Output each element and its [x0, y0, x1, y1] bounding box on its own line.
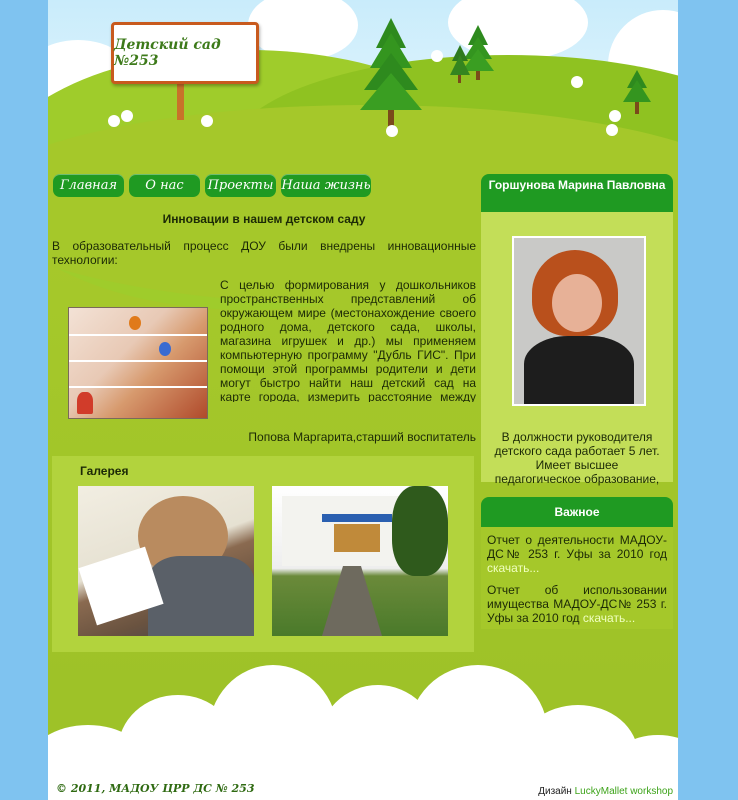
footer-clouds [48, 655, 678, 800]
important-item-text: Отчет об использовании имущества МАДОУ-Д… [487, 583, 667, 625]
director-bio: В должности руководителя детского сада р… [494, 430, 660, 486]
nav-item-projects[interactable]: Проекты [205, 174, 276, 197]
important-item: Отчет о деятельности МАДОУ-ДС№ 253 г. Уф… [481, 533, 673, 575]
important-item-text: Отчет о деятельности МАДОУ-ДС№ 253 г. Уф… [487, 533, 667, 561]
flower-icon [388, 127, 396, 135]
flower-icon [203, 117, 211, 125]
tree-icon [360, 18, 422, 128]
download-link[interactable]: скачать... [487, 561, 539, 575]
important-title: Важное [481, 497, 673, 527]
tree-icon [450, 45, 470, 83]
article-intro: В образовательный процесс ДОУ были внедр… [52, 239, 476, 267]
flower-icon [608, 126, 616, 134]
director-name: Горшунова Марина Павловна [481, 174, 673, 212]
main-nav: Главная О нас Проекты Наша жизнь [53, 174, 371, 197]
flower-icon [433, 52, 441, 60]
important-panel: Важное Отчет о деятельности МАДОУ-ДС№ 25… [481, 497, 673, 629]
page-frame: Детский сад №253 Главная О нас Проекты Н… [48, 0, 678, 800]
article: Инновации в нашем детском саду В образов… [52, 212, 476, 444]
signpost [177, 78, 184, 120]
toy-icon [77, 392, 93, 414]
tree-icon [623, 70, 651, 114]
article-body: С целью формирования у дошкольников прос… [220, 278, 476, 402]
design-credit: Дизайн LuckyMallet workshop [538, 786, 673, 797]
gallery-title: Галерея [80, 464, 129, 478]
nav-item-our-life[interactable]: Наша жизнь [281, 174, 371, 197]
important-item: Отчет об использовании имущества МАДОУ-Д… [481, 583, 673, 625]
gallery-panel: Галерея [52, 456, 474, 652]
director-photo [512, 236, 646, 406]
gallery-photo-child-drawing[interactable] [78, 486, 254, 636]
flower-icon [110, 117, 118, 125]
design-label: Дизайн [538, 786, 572, 797]
site-logo-sign[interactable]: Детский сад №253 [111, 22, 259, 84]
director-panel: Горшунова Марина Павловна В должности ру… [481, 174, 673, 486]
nav-item-home[interactable]: Главная [53, 174, 124, 197]
download-link[interactable]: скачать... [583, 611, 635, 625]
design-link[interactable]: LuckyMallet workshop [575, 786, 673, 797]
shelves-photo[interactable] [68, 307, 208, 419]
nav-item-about[interactable]: О нас [129, 174, 200, 197]
toy-icon [129, 316, 141, 330]
toy-icon [159, 342, 171, 356]
gallery-photo-building[interactable] [272, 486, 448, 636]
flower-icon [573, 78, 581, 86]
article-title: Инновации в нашем детском саду [162, 212, 366, 226]
flower-icon [123, 112, 131, 120]
article-author: Попова Маргарита,старший воспитатель [248, 430, 476, 444]
flower-icon [611, 112, 619, 120]
copyright: © 2011, МАДОУ ЦРР ДС № 253 [56, 782, 255, 795]
site-title: Детский сад №253 [114, 37, 221, 69]
